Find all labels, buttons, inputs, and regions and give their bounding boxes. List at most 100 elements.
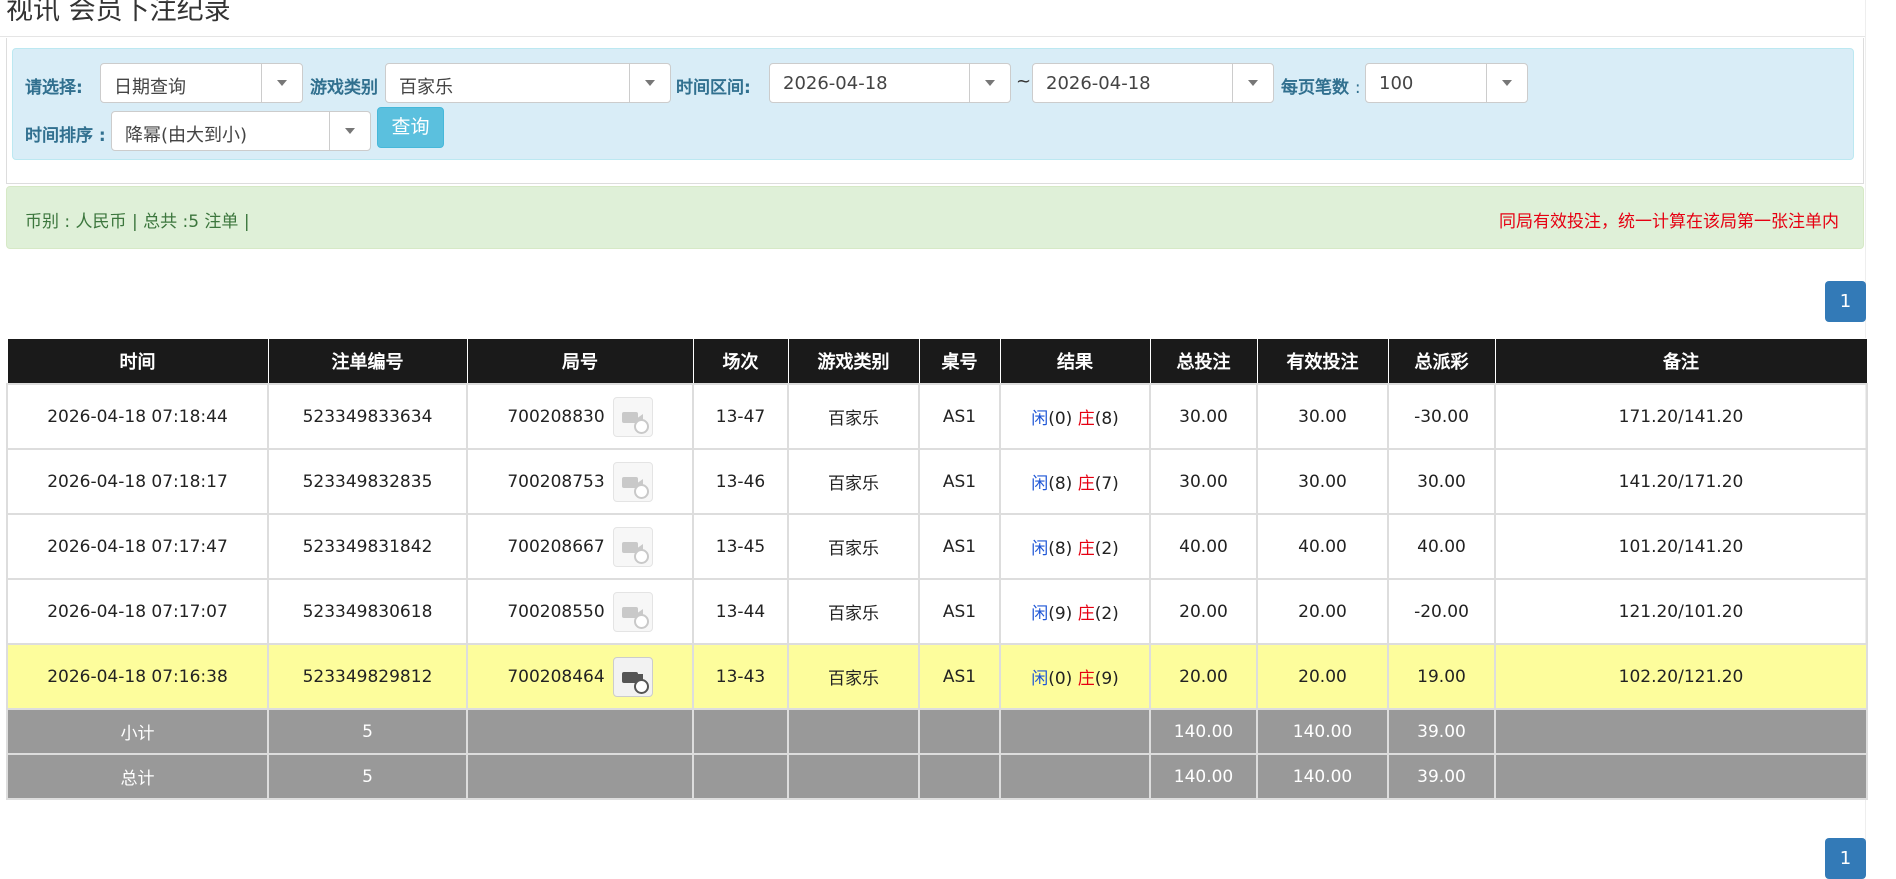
- column-header: 备注: [1494, 338, 1868, 385]
- game-type: 百家乐: [787, 513, 920, 580]
- banker-label: 庄: [1077, 669, 1095, 689]
- banker-score: (2): [1094, 604, 1119, 624]
- banker-score: (7): [1094, 474, 1119, 494]
- session: 13-43: [692, 643, 789, 710]
- summary-payout: 39.00: [1387, 708, 1496, 755]
- result: 闲(9) 庄(2): [999, 578, 1151, 645]
- summary-count: 5: [267, 753, 468, 800]
- bet-id: 523349833634: [267, 383, 468, 450]
- query-button[interactable]: 查询: [377, 107, 444, 148]
- page-size-value: 100: [1379, 73, 1414, 94]
- pagination-page-1-bottom[interactable]: 1: [1825, 838, 1866, 879]
- player-score: (0): [1048, 409, 1073, 429]
- bet-id: 523349829812: [267, 643, 468, 710]
- column-header: 场次: [692, 338, 789, 385]
- column-header: 桌号: [918, 338, 1001, 385]
- table-header-row: 时间 注单编号 局号 场次 游戏类别 桌号 结果 总投注 有效投注 总派彩 备注: [6, 338, 1868, 385]
- video-replay-icon[interactable]: [612, 591, 653, 632]
- video-replay-icon[interactable]: [612, 396, 653, 437]
- total-bet: 20.00: [1149, 643, 1258, 710]
- round-number: 700208667: [507, 536, 605, 557]
- summary-empty: [918, 708, 1001, 755]
- summary-empty: [692, 753, 789, 800]
- note: 121.20/101.20: [1494, 578, 1868, 645]
- round-number: 700208830: [507, 406, 605, 427]
- banker-score: (2): [1094, 539, 1119, 559]
- summary-label: 总计: [6, 753, 269, 800]
- result: 闲(0) 庄(9): [999, 643, 1151, 710]
- time-range-label: 时间区间:: [676, 78, 751, 98]
- round-number: 700208550: [507, 601, 605, 622]
- game-type-select[interactable]: 百家乐: [385, 63, 671, 103]
- end-date-select[interactable]: 2026-04-18: [1032, 63, 1274, 103]
- session: 13-44: [692, 578, 789, 645]
- column-header: 总投注: [1149, 338, 1258, 385]
- valid-bet: 20.00: [1256, 643, 1389, 710]
- bet-time: 2026-04-18 07:18:17: [6, 448, 269, 515]
- banker-score: (8): [1094, 409, 1119, 429]
- chevron-down-icon: [629, 64, 670, 102]
- sort-order-value: 降幂(由大到小): [125, 125, 248, 146]
- page-size-select[interactable]: 100: [1365, 63, 1528, 103]
- page-size-label: 每页笔数 :: [1281, 78, 1361, 98]
- player-label: 闲: [1031, 604, 1049, 624]
- total-bet: 40.00: [1149, 513, 1258, 580]
- sort-order-select[interactable]: 降幂(由大到小): [111, 111, 371, 151]
- table-number: AS1: [918, 383, 1001, 450]
- banker-label: 庄: [1077, 409, 1095, 429]
- grand-total-row: 总计 5 140.00 140.00 39.00: [6, 753, 1868, 800]
- chevron-down-icon: [969, 64, 1010, 102]
- game-type-value: 百家乐: [399, 77, 453, 98]
- banker-label: 庄: [1077, 604, 1095, 624]
- page-title: 视讯 会员下注纪录: [6, 0, 231, 26]
- bet-id: 523349831842: [267, 513, 468, 580]
- summary-empty: [787, 753, 920, 800]
- column-header: 游戏类别: [787, 338, 920, 385]
- payout: 30.00: [1387, 448, 1496, 515]
- table-number: AS1: [918, 448, 1001, 515]
- vertical-scrollbar[interactable]: [1865, 0, 1896, 846]
- round-number: 700208464: [507, 666, 605, 687]
- date-range-separator: ~: [1016, 71, 1032, 92]
- game-type: 百家乐: [787, 448, 920, 515]
- chevron-down-icon: [329, 112, 370, 150]
- chevron-down-icon: [1486, 64, 1527, 102]
- note: 141.20/171.20: [1494, 448, 1868, 515]
- start-date-select[interactable]: 2026-04-18: [769, 63, 1011, 103]
- round-number-cell: 700208667: [466, 513, 694, 580]
- game-type: 百家乐: [787, 643, 920, 710]
- total-bet: 30.00: [1149, 448, 1258, 515]
- valid-bet: 20.00: [1256, 578, 1389, 645]
- summary-empty: [466, 753, 694, 800]
- summary-total-bet: 140.00: [1149, 708, 1258, 755]
- table-number: AS1: [918, 513, 1001, 580]
- table-row: 2026-04-18 07:18:17 523349832835 700208753…: [6, 448, 1868, 515]
- note: 171.20/141.20: [1494, 383, 1868, 450]
- video-replay-icon[interactable]: [612, 526, 653, 567]
- result: 闲(0) 庄(8): [999, 383, 1151, 450]
- column-header: 时间: [6, 338, 269, 385]
- sort-label: 时间排序 :: [25, 126, 106, 146]
- query-mode-value: 日期查询: [114, 77, 186, 98]
- video-replay-icon[interactable]: [612, 461, 653, 502]
- video-replay-icon[interactable]: [612, 656, 653, 697]
- column-header: 总派彩: [1387, 338, 1496, 385]
- pagination-page-1[interactable]: 1: [1825, 281, 1866, 322]
- player-label: 闲: [1031, 409, 1049, 429]
- player-label: 闲: [1031, 474, 1049, 494]
- bet-time: 2026-04-18 07:17:47: [6, 513, 269, 580]
- total-bet: 20.00: [1149, 578, 1258, 645]
- round-number-cell: 700208830: [466, 383, 694, 450]
- bet-records-table: 时间 注单编号 局号 场次 游戏类别 桌号 结果 总投注 有效投注 总派彩 备注 2026-04-1…: [6, 338, 1868, 800]
- session: 13-46: [692, 448, 789, 515]
- summary-empty: [918, 753, 1001, 800]
- note: 102.20/121.20: [1494, 643, 1868, 710]
- round-number-cell: 700208550: [466, 578, 694, 645]
- player-score: (8): [1048, 474, 1073, 494]
- end-date-value: 2026-04-18: [1046, 73, 1151, 94]
- total-bet: 30.00: [1149, 383, 1258, 450]
- round-number: 700208753: [507, 471, 605, 492]
- summary-empty: [466, 708, 694, 755]
- summary-empty: [1494, 753, 1868, 800]
- query-mode-select[interactable]: 日期查询: [100, 63, 303, 103]
